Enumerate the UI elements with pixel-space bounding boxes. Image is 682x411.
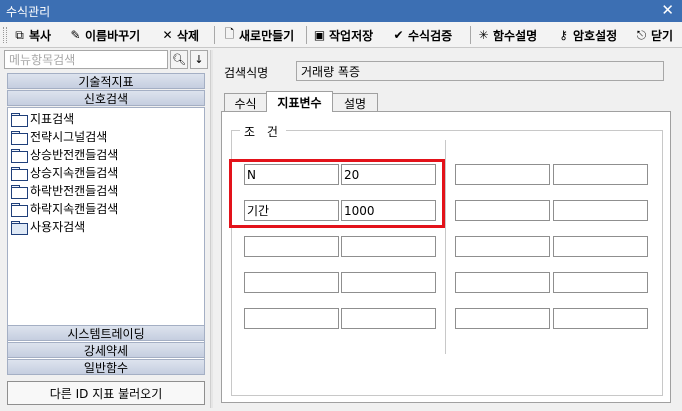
variable-name-field[interactable] (244, 272, 339, 293)
tree-item[interactable]: 하락지속캔들검색 (11, 200, 118, 217)
tree-item[interactable]: 전략시그널검색 (11, 128, 107, 145)
folder-icon (11, 112, 28, 127)
folder-icon (11, 130, 28, 145)
variable-value-field[interactable] (341, 164, 436, 185)
column-divider (445, 140, 446, 354)
tree-item[interactable]: 지표검색 (11, 110, 74, 127)
verify-button[interactable]: ✔ 수식검증 (391, 25, 452, 45)
tree-item-label: 하락지속캔들검색 (30, 202, 119, 216)
tree-item-label: 전략시그널검색 (30, 130, 108, 144)
password-button[interactable]: ⚷ 암호설정 (556, 25, 617, 45)
new-button[interactable]: 🗋 새로만들기 (222, 25, 295, 45)
variable-name-field[interactable] (244, 200, 339, 221)
save-label: 작업저장 (329, 28, 374, 43)
new-document-icon: 🗋 (224, 26, 235, 41)
tab-indicator-variables[interactable]: 지표변수 (266, 91, 333, 112)
tree-item-label: 지표검색 (30, 112, 75, 126)
variable-name-field[interactable] (244, 308, 339, 329)
delete-button[interactable]: ✕ 삭제 (160, 25, 199, 45)
load-other-id-button[interactable]: 다른 ID 지표 불러오기 (7, 381, 205, 405)
close-icon[interactable]: ✕ (661, 1, 674, 19)
toolbar-separator (470, 26, 471, 44)
close-door-icon: ⎋ (636, 27, 647, 42)
menu-search-input[interactable] (4, 50, 168, 69)
variable-name-field[interactable] (455, 164, 550, 185)
tab-description[interactable]: 설명 (332, 93, 378, 112)
tree-item-label: 하락반전캔들검색 (30, 184, 119, 198)
variable-name-field[interactable] (455, 308, 550, 329)
variable-name-field[interactable] (455, 272, 550, 293)
key-icon: ⚷ (559, 28, 568, 42)
copy-button[interactable]: ⧉ 복사 (12, 25, 51, 45)
close-button[interactable]: ⎋ 닫기 (634, 25, 673, 45)
toolbar-grip[interactable] (3, 27, 7, 43)
search-name-label: 검색식명 (224, 66, 269, 80)
folder-icon (11, 184, 28, 199)
down-arrow-icon: ↓ (194, 53, 204, 66)
category-system-trading[interactable]: 시스템트레이딩 (7, 325, 205, 341)
tree-item[interactable]: 하락반전캔들검색 (11, 182, 118, 199)
save-disk-icon: ▣ (313, 28, 326, 42)
conditions-group-title: 조 건 (240, 123, 286, 140)
title-bar: 수식관리 ✕ (0, 0, 682, 22)
function-help-label: 함수설명 (493, 28, 538, 43)
rename-icon: ✎ (70, 28, 81, 42)
category-general-functions[interactable]: 일반함수 (7, 359, 205, 375)
search-button[interactable]: 🔍︎ (170, 50, 188, 69)
toolbar: ⧉ 복사 ✎ 이름바꾸기 ✕ 삭제 🗋 새로만들기 ▣ 작업저장 ✔ 수식검증 … (0, 22, 682, 48)
copy-icon: ⧉ (15, 27, 24, 42)
download-button[interactable]: ↓ (190, 50, 208, 69)
tree-item-label: 사용자검색 (30, 220, 86, 234)
variable-name-field[interactable] (244, 164, 339, 185)
variable-name-field[interactable] (455, 200, 550, 221)
variable-value-field[interactable] (341, 308, 436, 329)
left-pane: 🔍︎ ↓ 기술적지표 신호검색 지표검색 전략시그널검색 상승반전캔들검색 상승… (4, 50, 208, 408)
toolbar-separator (214, 26, 215, 44)
tab-formula[interactable]: 수식 (224, 93, 267, 112)
category-strength-weakness[interactable]: 강세약세 (7, 342, 205, 358)
category-signal-search[interactable]: 신호검색 (7, 90, 205, 106)
variable-value-field[interactable] (553, 272, 648, 293)
search-icon: 🔍︎ (172, 53, 186, 66)
tree-item[interactable]: 상승반전캔들검색 (11, 146, 118, 163)
verify-label: 수식검증 (408, 28, 453, 43)
rename-button[interactable]: ✎ 이름바꾸기 (68, 25, 140, 45)
copy-label: 복사 (29, 28, 52, 43)
window-title: 수식관리 (6, 5, 51, 19)
folder-icon (11, 166, 28, 181)
magic-wand-icon: ✳ (478, 28, 489, 42)
save-button[interactable]: ▣ 작업저장 (312, 25, 373, 45)
variable-value-field[interactable] (553, 164, 648, 185)
function-help-button[interactable]: ✳ 함수설명 (476, 25, 537, 45)
variable-value-field[interactable] (553, 236, 648, 257)
variable-name-field[interactable] (455, 236, 550, 257)
variable-value-field[interactable] (553, 200, 648, 221)
variable-name-field[interactable] (244, 236, 339, 257)
open-folder-icon (11, 220, 28, 235)
delete-label: 삭제 (177, 28, 200, 43)
variable-value-field[interactable] (341, 200, 436, 221)
variable-value-field[interactable] (553, 308, 648, 329)
close-label: 닫기 (651, 28, 674, 43)
pane-splitter[interactable] (210, 50, 213, 408)
toolbar-separator (306, 26, 307, 44)
folder-icon (11, 148, 28, 163)
checkmark-icon: ✔ (393, 28, 404, 42)
variable-value-field[interactable] (341, 236, 436, 257)
search-name-field[interactable] (296, 61, 664, 81)
tree-item-label: 상승지속캔들검색 (30, 166, 119, 180)
tree-item-user-search[interactable]: 사용자검색 (11, 218, 85, 235)
category-technical-indicators[interactable]: 기술적지표 (7, 73, 205, 89)
folder-icon (11, 202, 28, 217)
rename-label: 이름바꾸기 (85, 28, 141, 43)
tree-item[interactable]: 상승지속캔들검색 (11, 164, 118, 181)
delete-x-icon: ✕ (162, 28, 173, 42)
password-label: 암호설정 (573, 28, 618, 43)
tree-item-label: 상승반전캔들검색 (30, 148, 119, 162)
new-label: 새로만들기 (239, 28, 295, 43)
variable-value-field[interactable] (341, 272, 436, 293)
